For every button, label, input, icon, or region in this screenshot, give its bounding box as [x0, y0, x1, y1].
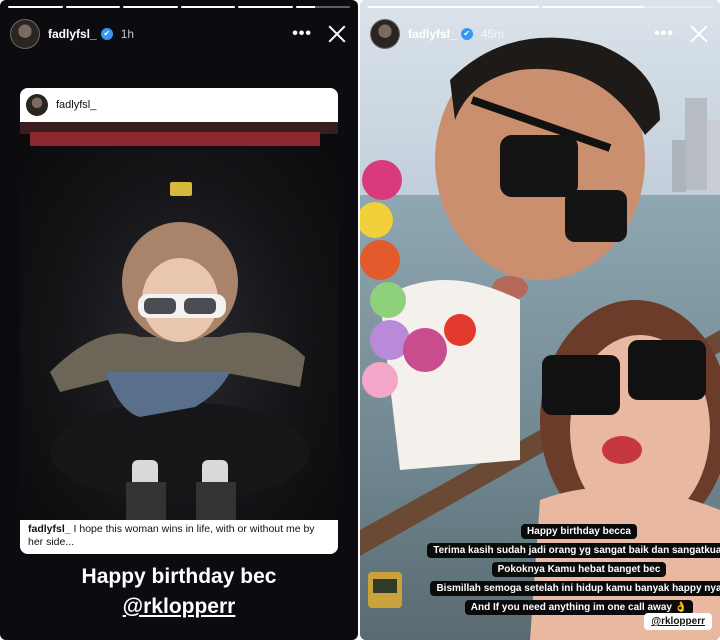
progress-segment — [295, 6, 350, 8]
story-header: fadlyfsl_ ✔ 45m ••• — [370, 18, 710, 50]
reposted-post-card[interactable]: fadlyfsl_ fadlyfsl_ I hope this woman wi… — [20, 88, 338, 554]
repost-caption: fadlyfsl_ I hope this woman wins in life… — [20, 520, 338, 554]
progress-segment-fill — [65, 6, 120, 8]
story-time: 45m — [480, 27, 505, 41]
more-options-icon[interactable]: ••• — [654, 25, 674, 43]
story-time: 1h — [120, 27, 135, 41]
progress-segment-fill — [238, 6, 293, 8]
mention-sticker[interactable]: @rklopperr — [0, 595, 358, 619]
verified-badge-icon: ✔ — [100, 28, 113, 40]
repost-caption-user: fadlyfsl_ — [28, 523, 71, 535]
close-icon[interactable] — [688, 23, 710, 45]
repost-caption-text: I hope this woman wins in life, with or … — [28, 523, 315, 548]
progress-segment — [368, 6, 539, 8]
caption-stack: Happy birthday becca Terima kasih sudah … — [427, 524, 720, 615]
more-options-icon[interactable]: ••• — [292, 25, 312, 43]
caption-line: Bismillah semoga setelah ini hidup kamu … — [430, 581, 720, 596]
story-right[interactable]: fadlyfsl_ ✔ 45m ••• Happy birthday becca… — [360, 0, 720, 640]
story-progress-bar — [368, 6, 712, 8]
story-header: fadlyfsl_ ✔ 1h ••• — [10, 18, 348, 50]
progress-segment-fill — [295, 6, 315, 8]
progress-segment — [8, 6, 63, 8]
progress-segment-fill — [123, 6, 178, 8]
mention-sticker[interactable]: @rklopperr — [644, 613, 712, 630]
progress-segment — [238, 6, 293, 8]
close-icon[interactable] — [326, 23, 348, 45]
story-username[interactable]: fadlyfsl_ — [408, 27, 457, 41]
caption-line: Terima kasih sudah jadi orang yg sangat … — [427, 543, 720, 558]
repost-username: fadlyfsl_ — [56, 99, 97, 111]
story-headline: Happy birthday bec — [81, 565, 277, 588]
repost-photo-illustration — [20, 122, 338, 520]
caption-line: Happy birthday becca — [521, 524, 637, 539]
story-progress-bar — [8, 6, 350, 8]
caption-line: Pokoknya Kamu hebat banget bec — [491, 562, 667, 577]
repost-photo — [20, 122, 338, 520]
progress-segment — [541, 6, 712, 8]
progress-segment — [180, 6, 235, 8]
avatar[interactable] — [10, 19, 40, 49]
avatar[interactable] — [370, 19, 400, 49]
progress-segment — [123, 6, 178, 8]
story-left[interactable]: fadlyfsl_ ✔ 1h ••• fadlyfsl_ fadlyfsl_ I… — [0, 0, 358, 640]
repost-avatar — [26, 94, 48, 116]
progress-segment-fill — [368, 6, 539, 8]
verified-badge-icon: ✔ — [460, 28, 473, 40]
progress-segment-fill — [180, 6, 235, 8]
progress-segment-fill — [541, 6, 644, 8]
progress-segment-fill — [8, 6, 63, 8]
progress-segment — [65, 6, 120, 8]
repost-header: fadlyfsl_ — [20, 88, 338, 122]
story-username[interactable]: fadlyfsl_ — [48, 27, 97, 41]
